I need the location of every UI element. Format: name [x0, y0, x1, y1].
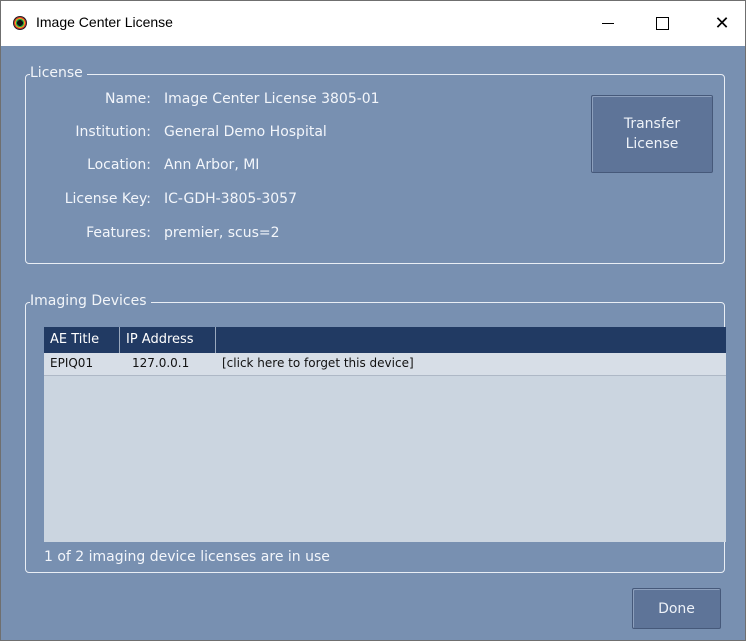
column-header-ip-address[interactable]: IP Address [120, 327, 216, 353]
transfer-label-line2: License [625, 136, 679, 152]
maximize-button[interactable] [639, 1, 685, 46]
title-bar: Image Center License ✕ [1, 1, 745, 46]
forget-device-link[interactable]: [click here to forget this device] [222, 356, 414, 370]
maximize-icon [655, 17, 669, 30]
transfer-license-button[interactable]: Transfer License [591, 95, 713, 173]
features-value: premier, scus=2 [164, 225, 280, 241]
features-label: Features: [86, 225, 151, 241]
location-label: Location: [87, 157, 151, 173]
done-label: Done [658, 600, 695, 617]
location-value: Ann Arbor, MI [164, 157, 260, 173]
license-group: License Name: Image Center License 3805-… [25, 65, 726, 264]
institution-value: General Demo Hospital [164, 124, 327, 140]
app-logo-icon [13, 16, 27, 30]
column-header-ae-title[interactable]: AE Title [44, 327, 120, 353]
name-label: Name: [104, 91, 151, 107]
close-icon: ✕ [714, 12, 730, 34]
devices-table: AE Title IP Address EPIQ01 127.0.0.1 [cl… [44, 327, 726, 542]
license-key-label: License Key: [64, 191, 151, 207]
license-key-value: IC-GDH-3805-3057 [164, 191, 297, 207]
license-dialog: Image Center License ✕ License Name: Ima… [0, 0, 746, 641]
name-value: Image Center License 3805-01 [164, 91, 380, 107]
window-title: Image Center License [36, 14, 173, 30]
license-features-row: Features: premier, scus=2 [26, 225, 726, 247]
table-row[interactable]: EPIQ01 127.0.0.1 [click here to forget t… [44, 353, 726, 376]
license-legend: License [30, 65, 87, 81]
done-button[interactable]: Done [632, 588, 721, 629]
table-header: AE Title IP Address [44, 327, 726, 353]
imaging-devices-legend: Imaging Devices [30, 293, 151, 309]
minimize-button[interactable] [585, 1, 631, 46]
imaging-devices-group: Imaging Devices AE Title IP Address EPIQ… [25, 293, 726, 573]
minimize-icon [602, 23, 614, 24]
transfer-label-line1: Transfer [623, 116, 681, 132]
license-usage-status: 1 of 2 imaging device licenses are in us… [44, 549, 330, 565]
ip-address-cell: 127.0.0.1 [132, 356, 190, 370]
close-button[interactable]: ✕ [699, 1, 745, 46]
ae-title-cell: EPIQ01 [50, 356, 94, 370]
license-key-row: License Key: IC-GDH-3805-3057 [26, 191, 726, 213]
institution-label: Institution: [75, 124, 151, 140]
